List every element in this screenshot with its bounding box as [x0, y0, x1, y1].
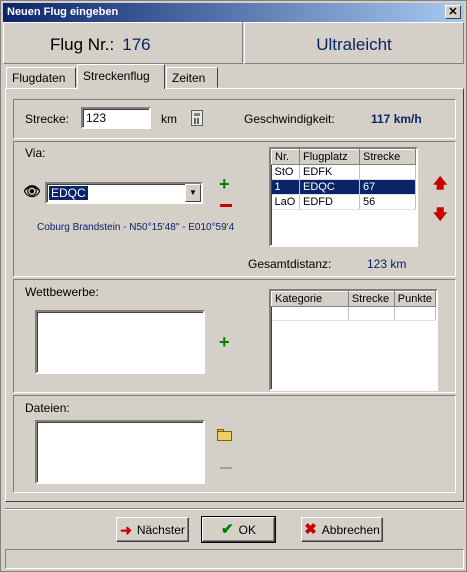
table-row-selected[interactable]: 1 EDQC 67	[271, 179, 416, 195]
flug-nr-panel: Flug Nr.: 176	[3, 22, 243, 64]
cancel-button[interactable]: ✖ Abbrechen	[301, 517, 383, 542]
aircraft-type: Ultraleicht	[316, 35, 392, 54]
gesamtdistanz-unit: km	[390, 257, 407, 271]
table-cell	[271, 306, 349, 321]
table-cell: LaO	[271, 194, 300, 210]
table-cell: EDQC	[299, 179, 360, 195]
remove-file-icon[interactable]	[220, 467, 232, 469]
move-up-arrow-icon[interactable]: 🡅	[433, 176, 447, 190]
gesamtdistanz-number: 123	[367, 257, 388, 271]
checkmark-icon: ✔	[221, 521, 234, 538]
chevron-down-icon[interactable]: ▼	[185, 184, 201, 202]
flug-nr-value: 176	[122, 35, 151, 54]
add-via-icon[interactable]: +	[219, 175, 230, 193]
wettbewerbe-label: Wettbewerbe:	[25, 285, 99, 299]
flug-nr-display: Flug Nr.: 176	[50, 35, 151, 55]
column-header[interactable]: Kategorie	[271, 291, 349, 307]
table-cell: 56	[359, 194, 416, 210]
table-cell	[348, 306, 395, 321]
column-header[interactable]: Flugplatz	[299, 149, 360, 165]
table-cell	[359, 164, 416, 180]
table-row[interactable]: LaO EDFD 56	[271, 194, 416, 210]
folder-open-icon[interactable]	[217, 429, 234, 442]
title-bar: Neuen Flug eingeben ✕	[3, 3, 464, 22]
next-button-label: Nächster	[136, 522, 185, 537]
wettbewerbe-list[interactable]	[35, 310, 205, 374]
table-cell	[394, 306, 436, 321]
ok-button[interactable]: ✔ OK	[201, 516, 276, 543]
table-row[interactable]: StO EDFK	[271, 164, 416, 180]
calculator-icon[interactable]	[191, 110, 203, 126]
airfield-info: Coburg Brandstein - N50°15'48" - E010°59…	[37, 222, 235, 233]
table-header-row: Kategorie Strecke Punkte	[271, 291, 436, 307]
tab-flugdaten[interactable]: Flugdaten	[6, 67, 76, 88]
dateien-list[interactable]	[35, 420, 205, 484]
tab-zeiten[interactable]: Zeiten	[166, 67, 218, 88]
ok-button-label: OK	[238, 522, 256, 537]
move-down-arrow-icon[interactable]: 🡇	[433, 207, 447, 221]
table-header-row: Nr. Flugplatz Strecke	[271, 149, 416, 165]
via-dropdown-value: EDQC	[49, 186, 88, 200]
geschwindigkeit-value: 117 km/h	[371, 112, 422, 126]
flug-nr-label: Flug Nr.:	[50, 35, 115, 54]
aircraft-type-panel: Ultraleicht	[244, 22, 464, 64]
binoculars-icon[interactable]: 👁	[23, 184, 41, 198]
add-wettbewerb-icon[interactable]: +	[219, 333, 230, 351]
table-row[interactable]	[271, 306, 436, 321]
strecke-label: Strecke:	[25, 112, 70, 126]
dialog-window: Neuen Flug eingeben ✕ Flug Nr.: 176 Ultra…	[0, 0, 467, 572]
strecke-unit: km	[161, 112, 177, 126]
cancel-button-label: Abbrechen	[321, 522, 380, 537]
via-airfield-dropdown[interactable]: EDQC ▼	[45, 182, 203, 204]
window-title: Neuen Flug eingeben	[7, 6, 119, 18]
status-bar	[5, 549, 464, 569]
column-header[interactable]: Punkte	[393, 291, 436, 307]
dateien-label: Dateien:	[25, 401, 70, 415]
table-cell: 1	[271, 179, 300, 195]
table-cell: EDFK	[299, 164, 360, 180]
gesamtdistanz-label: Gesamtdistanz:	[248, 257, 332, 271]
geschwindigkeit-label: Geschwindigkeit:	[244, 112, 335, 126]
column-header[interactable]: Strecke	[359, 149, 416, 165]
close-button[interactable]: ✕	[445, 5, 461, 19]
wettbewerbe-table[interactable]: Kategorie Strecke Punkte	[269, 289, 438, 391]
x-icon: ✖	[304, 521, 317, 538]
via-table[interactable]: Nr. Flugplatz Strecke StO EDFK 1 EDQC 67…	[269, 147, 418, 247]
remove-via-icon[interactable]	[220, 204, 232, 207]
column-header[interactable]: Strecke	[347, 291, 395, 307]
table-cell: EDFD	[299, 194, 360, 210]
separator	[5, 508, 464, 510]
table-cell: StO	[271, 164, 300, 180]
arrow-right-icon: ➜	[120, 521, 132, 538]
next-button[interactable]: ➜ Nächster	[116, 517, 189, 542]
tab-streckenflug[interactable]: Streckenflug	[77, 64, 165, 89]
strecke-input[interactable]: 123	[81, 107, 151, 129]
gesamtdistanz-value: 123 km	[367, 257, 406, 271]
column-header[interactable]: Nr.	[271, 149, 300, 165]
wettbewerbe-table-grid: Kategorie Strecke Punkte	[271, 291, 436, 321]
table-cell: 67	[359, 179, 416, 195]
via-label: Via:	[25, 146, 46, 160]
via-table-grid: Nr. Flugplatz Strecke StO EDFK 1 EDQC 67…	[271, 149, 416, 210]
